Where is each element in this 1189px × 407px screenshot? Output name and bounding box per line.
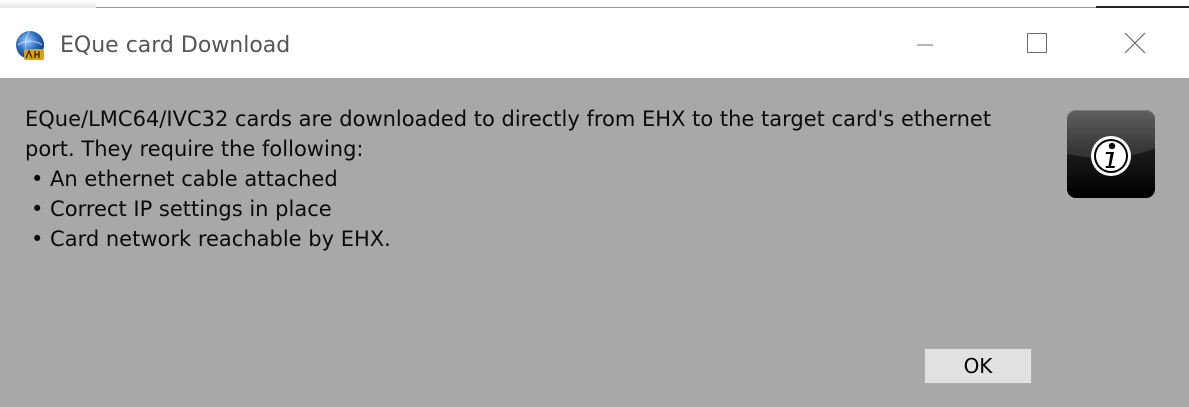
minimize-button[interactable] xyxy=(895,20,955,66)
maximize-icon xyxy=(1027,33,1047,53)
requirement-item: • An ethernet cable attached xyxy=(31,167,338,191)
ehx-globe-icon[interactable] xyxy=(14,30,46,62)
minimize-icon xyxy=(917,44,933,46)
ok-button[interactable]: OK xyxy=(924,348,1032,384)
info-icon xyxy=(1067,110,1155,198)
window-title: EQue card Download xyxy=(60,33,291,58)
message-intro: EQue/LMC64/IVC32 cards are downloaded to… xyxy=(25,107,992,161)
background-window-fragment-left xyxy=(0,0,96,8)
requirement-item: • Card network reachable by EHX. xyxy=(31,227,391,251)
title-bar[interactable]: EQue card Download xyxy=(0,8,1189,78)
close-button[interactable] xyxy=(1105,20,1165,66)
dialog-content: EQue/LMC64/IVC32 cards are downloaded to… xyxy=(0,78,1189,407)
background-window-edge xyxy=(0,0,1189,8)
dialog-window: EQue card Download EQue/LMC64/IVC32 card… xyxy=(0,8,1189,407)
close-icon xyxy=(1124,32,1146,54)
message-text: EQue/LMC64/IVC32 cards are downloaded to… xyxy=(25,104,1025,254)
maximize-button[interactable] xyxy=(1007,20,1067,66)
requirement-item: • Correct IP settings in place xyxy=(31,197,332,221)
